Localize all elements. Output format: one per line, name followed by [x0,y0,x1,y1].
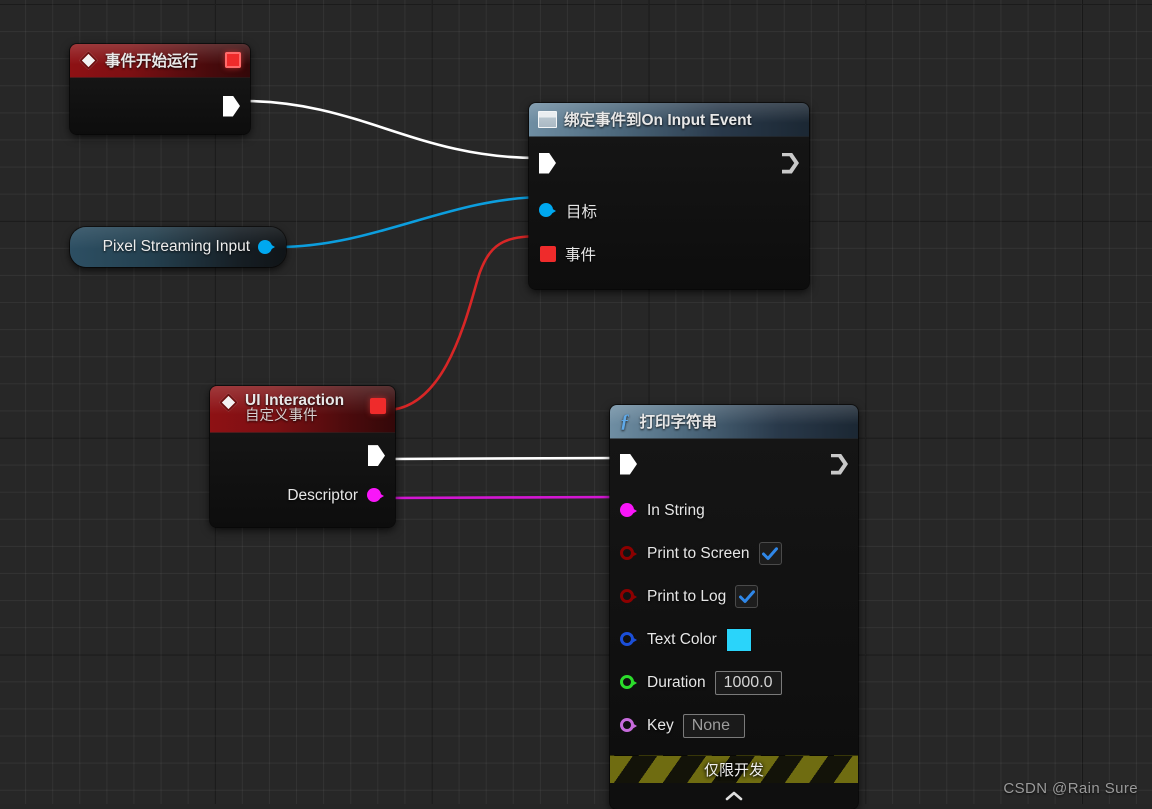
exec-out-pin[interactable] [223,96,240,117]
event-delegate-pin[interactable] [540,245,556,262]
pin-row-event[interactable]: 事件 [529,232,809,275]
check-icon [738,589,755,603]
node-title: 打印字符串 [639,414,718,431]
pin-row-descriptor[interactable]: Descriptor [210,479,395,513]
pin-label-key: Key [647,716,674,734]
node-subtitle: 自定义事件 [245,408,318,425]
delegate-out-pin[interactable] [370,398,386,414]
node-title: UI Interaction [245,392,345,409]
node-event-begin-play[interactable]: 事件开始运行 [70,44,250,134]
function-icon: ƒ [620,410,630,432]
chevron-up-icon [725,791,743,801]
node-title: 事件开始运行 [105,53,199,70]
bind-event-icon [538,110,557,128]
duration-input[interactable]: 1000.0 [714,670,782,695]
development-only-banner: 仅限开发 [610,755,858,783]
print-to-log-pin[interactable] [620,589,638,604]
pin-label-text-color: Text Color [647,630,717,648]
pin-row-exec-out[interactable] [210,433,395,479]
pin-label-target: 目标 [566,203,598,221]
node-body: In String Print to Screen Print to Log T… [610,439,858,809]
watermark-text: CSDN @Rain Sure [1003,780,1138,797]
collapse-node-button[interactable] [610,783,858,809]
variable-node-pill[interactable]: Pixel Streaming Input [70,227,286,267]
pin-row-text-color[interactable]: Text Color [610,618,858,661]
pin-row-in-string[interactable]: In String [610,489,858,532]
print-to-screen-checkbox[interactable] [758,542,782,565]
node-ui-interaction-custom-event[interactable]: UI Interaction 自定义事件 Descriptor [210,386,395,527]
delegate-pin[interactable] [225,52,241,68]
exec-out-pin[interactable] [782,153,799,174]
key-input[interactable]: None [682,713,745,738]
in-string-pin[interactable] [620,503,638,518]
node-body: Descriptor [210,432,395,527]
pin-label-event: 事件 [565,246,597,264]
pin-row-key[interactable]: Key None [610,704,858,747]
node-bind-event-to-on-input-event[interactable]: 绑定事件到On Input Event 目标 事件 [529,103,809,289]
exec-in-pin[interactable] [539,153,556,174]
text-color-swatch[interactable] [725,627,752,652]
exec-in-pin[interactable] [620,454,637,475]
object-output-pin[interactable] [258,239,276,255]
target-pin[interactable] [539,203,557,218]
node-title: 绑定事件到On Input Event [564,112,752,129]
pin-row-exec[interactable] [610,439,858,489]
node-body: 目标 事件 [529,137,809,289]
text-color-pin[interactable] [620,632,638,647]
pin-label-in-string: In String [647,501,705,519]
pin-row-print-to-screen[interactable]: Print to Screen [610,532,858,575]
pin-row-exec-out[interactable] [70,88,250,124]
node-pixel-streaming-input[interactable]: Pixel Streaming Input [70,227,286,267]
print-to-screen-pin[interactable] [620,546,638,561]
pin-row-duration[interactable]: Duration 1000.0 [610,661,858,704]
print-to-log-checkbox[interactable] [735,585,759,608]
duration-pin[interactable] [620,675,638,690]
pin-label-print-to-screen: Print to Screen [647,544,750,562]
descriptor-pin[interactable] [367,488,385,503]
node-body [70,78,250,134]
node-header[interactable]: ƒ 打印字符串 [610,405,858,439]
key-pin[interactable] [620,718,638,733]
development-only-label: 仅限开发 [703,762,764,779]
node-header[interactable]: 事件开始运行 [70,44,250,78]
exec-out-pin[interactable] [831,454,848,475]
pin-label-descriptor: Descriptor [287,486,358,504]
pin-label-print-to-log: Print to Log [647,587,727,605]
exec-out-pin[interactable] [368,445,385,466]
pin-row-exec[interactable] [529,137,809,189]
variable-name-label: Pixel Streaming Input [102,238,250,255]
node-header[interactable]: 绑定事件到On Input Event [529,103,809,137]
event-diamond-icon [79,50,98,70]
pin-row-print-to-log[interactable]: Print to Log [610,575,858,618]
node-header[interactable]: UI Interaction 自定义事件 [210,386,395,433]
pin-row-target[interactable]: 目标 [529,189,809,232]
event-diamond-icon [219,393,238,412]
pin-label-duration: Duration [647,673,706,691]
check-icon [762,546,779,560]
node-print-string[interactable]: ƒ 打印字符串 In String Print to Screen Print … [610,405,858,809]
